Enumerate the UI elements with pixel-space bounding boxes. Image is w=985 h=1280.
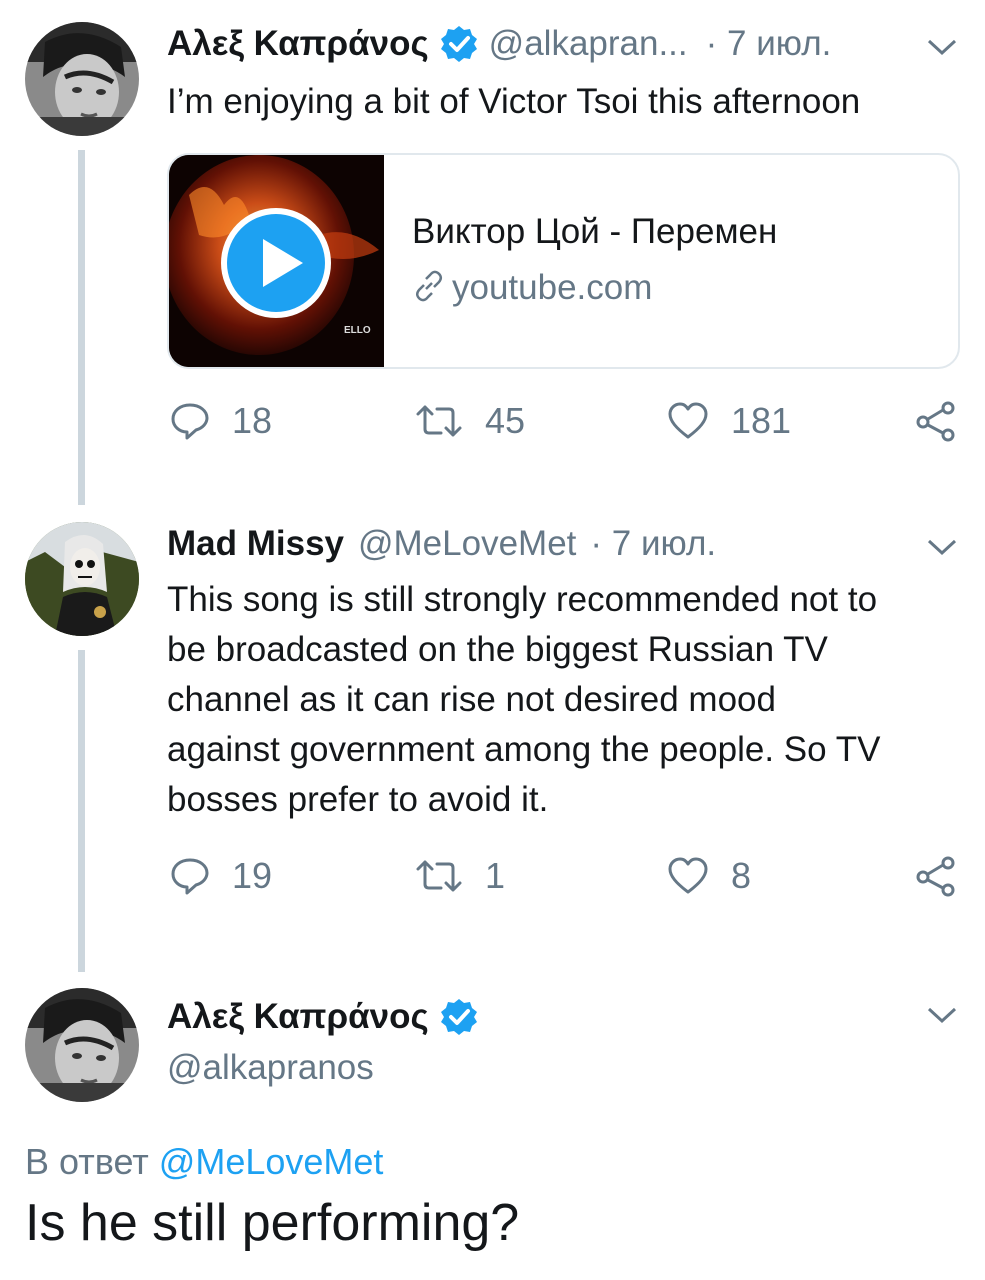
retweet-action[interactable]: 45 [415,400,525,442]
tweet1-author-name[interactable]: Αλεξ Καπράνος [167,24,429,64]
retweet-action[interactable]: 1 [415,855,505,897]
avatar-meloveMet[interactable] [25,522,139,636]
reply-prefix: В ответ [25,1141,149,1182]
reply-action[interactable]: 18 [170,400,272,442]
chevron-down-icon[interactable] [925,35,959,59]
share-icon[interactable] [915,855,957,897]
tweet3-header: Αλεξ Καπράνος [167,997,479,1037]
verified-badge-icon [440,26,477,62]
tweet2-text: This song is still strongly recommended … [167,575,880,825]
card-title[interactable]: Виктор Цой - Перемен [412,212,777,252]
card-link[interactable]: youtube.com [412,268,652,308]
like-action[interactable]: 181 [667,400,791,442]
like-action[interactable]: 8 [667,855,751,897]
like-count: 8 [731,855,752,896]
card-link-text: youtube.com [452,268,653,307]
tweet2-text-line: against government among the people. So … [167,730,881,769]
tweet2-text-line: This song is still strongly recommended … [167,580,878,619]
link-card[interactable]: ELLO Виктор Цой - Перемен youtube.com [167,153,960,369]
tweet1-time[interactable]: · 7 июл. [706,24,832,64]
tweet2-text-line: be broadcasted on the biggest Russian TV [167,630,828,669]
reply-count: 19 [232,855,273,896]
retweet-icon [416,860,462,892]
reply-count: 18 [232,400,273,441]
thread-line-2 [78,650,85,972]
avatar-alkapranos[interactable] [25,22,139,136]
reply-mention-link[interactable]: @MeLoveMet [159,1141,384,1182]
chevron-down-icon[interactable] [925,535,959,559]
video-thumbnail[interactable]: ELLO [169,155,384,367]
like-count: 181 [731,400,792,441]
reply-context: В ответ @MeLoveMet [25,1141,383,1183]
like-icon [668,857,708,894]
share-icon[interactable] [915,400,957,442]
retweet-count: 45 [485,400,526,441]
reply-icon [171,403,209,440]
retweet-icon [416,405,462,437]
tweet1-handle[interactable]: @alkapran... [489,24,688,64]
tweet2-text-line: bosses prefer to avoid it. [167,780,549,819]
reply-icon [171,858,209,895]
chevron-down-icon[interactable] [925,1003,959,1027]
tweet1-text: I’m enjoying a bit of Victor Tsoi this a… [167,82,861,121]
tweet3-author-name[interactable]: Αλεξ Καπράνος [167,997,429,1037]
like-icon [668,402,708,439]
thumb-caption: ELLO [344,325,371,336]
retweet-count: 1 [485,855,506,896]
verified-badge-icon [440,999,477,1035]
tweet2-handle[interactable]: @MeLoveMet [358,524,576,564]
tweet2-text-line: channel as it can rise not desired mood [167,680,776,719]
tweet1-header: Αλεξ Καπράνος @alkapran... · 7 июл. [167,24,831,64]
thread-line [78,150,85,505]
tweet2-author-name[interactable]: Mad Missy [167,524,344,564]
avatar-alkapranos[interactable] [25,988,139,1102]
reply-action[interactable]: 19 [170,855,272,897]
tweet2-time[interactable]: · 7 июл. [590,524,716,564]
link-icon [416,270,442,302]
tweet3-handle[interactable]: @alkapranos [167,1048,374,1088]
tweet2-header: Mad Missy @MeLoveMet · 7 июл. [167,524,716,564]
tweet3-text: Is he still performing? [25,1194,520,1252]
